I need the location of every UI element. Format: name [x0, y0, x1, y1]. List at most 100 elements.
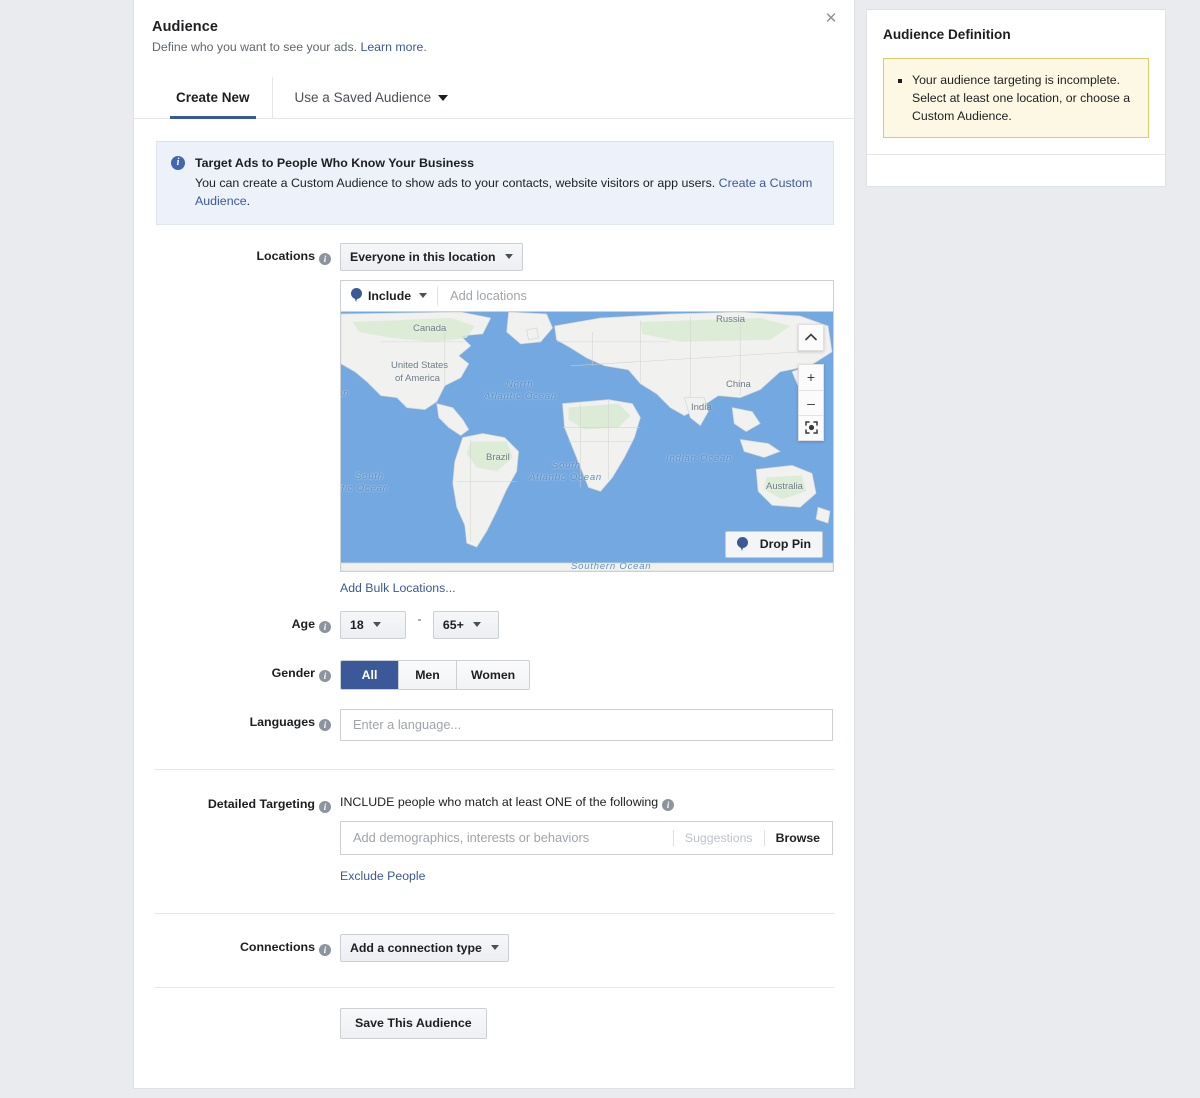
save-audience-button[interactable]: Save This Audience: [340, 1007, 487, 1039]
audience-definition-footer: [867, 154, 1165, 186]
audience-dialog: Audience Define who you want to see your…: [133, 0, 855, 1089]
gender-option-women[interactable]: Women: [457, 660, 530, 689]
locations-field: Everyone in this location Include Add lo…: [340, 242, 834, 595]
drop-pin-label: Drop Pin: [759, 537, 811, 551]
browse-button[interactable]: Browse: [763, 829, 832, 846]
gender-field: All Men Women: [340, 659, 834, 690]
detailed-targeting-headline: INCLUDE people who match at least ONE of…: [340, 791, 834, 811]
location-search-bar: Include: [340, 279, 834, 312]
tab-use-saved-audience[interactable]: Use a Saved Audience: [273, 77, 471, 118]
exclude-people-link[interactable]: Exclude People: [340, 869, 425, 883]
connections-row: Connections i Add a connection type: [154, 933, 834, 962]
connection-type-dropdown[interactable]: Add a connection type: [340, 933, 509, 962]
info-icon: i: [171, 156, 185, 170]
connections-field: Add a connection type: [340, 933, 834, 962]
chevron-down-icon: [490, 945, 499, 950]
audience-warning-list: Your audience targeting is incomplete. S…: [894, 71, 1136, 125]
gender-option-all[interactable]: All: [341, 660, 399, 689]
chevron-down-icon[interactable]: [419, 293, 428, 298]
map-pin-icon: [351, 288, 362, 303]
save-audience-row: Save This Audience: [154, 1007, 834, 1039]
dialog-header: Audience Define who you want to see your…: [134, 0, 854, 55]
add-bulk-locations-row: Add Bulk Locations...: [340, 581, 834, 595]
dialog-subtitle-period: .: [423, 40, 427, 54]
drop-pin-button[interactable]: Drop Pin: [724, 530, 823, 558]
detailed-targeting-info-icon[interactable]: i: [319, 800, 331, 813]
close-icon[interactable]: ✕: [821, 9, 841, 29]
section-divider: [154, 768, 834, 770]
detailed-targeting-label-text: Detailed Targeting: [207, 796, 315, 811]
map-collapse-control: [798, 323, 824, 351]
list-item: Your audience targeting is incomplete. S…: [912, 71, 1136, 125]
chevron-down-icon: [472, 622, 481, 627]
gender-option-men[interactable]: Men: [399, 660, 457, 689]
zoom-in-button[interactable]: +: [799, 364, 823, 390]
location-map[interactable]: Canada Russia United States of America C…: [340, 311, 834, 572]
include-toggle-label[interactable]: Include: [368, 289, 411, 303]
languages-info-icon[interactable]: i: [319, 718, 331, 731]
banner-title: Target Ads to People Who Know Your Busin…: [195, 156, 475, 170]
crosshair-icon[interactable]: [799, 414, 823, 440]
detailed-targeting-field: INCLUDE people who match at least ONE of…: [340, 791, 834, 883]
dialog-subtitle: Define who you want to see your ads. Lea…: [152, 39, 834, 55]
chevron-up-icon[interactable]: [799, 324, 823, 350]
age-min-value: 18: [350, 617, 364, 632]
banner-text-after: .: [246, 194, 251, 208]
languages-row: Languages i: [154, 708, 834, 741]
gender-info-icon[interactable]: i: [319, 669, 331, 682]
age-info-icon[interactable]: i: [319, 620, 331, 633]
map-zoom-controls: + –: [798, 363, 824, 441]
screen-root: Audience Define who you want to see your…: [0, 0, 1200, 1098]
age-separator: -: [417, 611, 422, 626]
detailed-targeting-label: Detailed Targeting i: [154, 791, 340, 813]
location-scope-value: Everyone in this location: [350, 249, 496, 264]
age-label: Age i: [154, 611, 340, 633]
languages-input-wrap: [340, 708, 833, 741]
tab-create-new[interactable]: Create New: [154, 77, 273, 119]
audience-warning-box: Your audience targeting is incomplete. S…: [883, 58, 1149, 138]
locations-label-text: Locations: [256, 248, 315, 263]
languages-label: Languages i: [154, 709, 340, 731]
connections-label: Connections i: [154, 934, 340, 956]
section-divider: [154, 986, 834, 988]
banner-body: Target Ads to People Who Know Your Busin…: [195, 154, 819, 211]
audience-definition-panel: Audience Definition Your audience target…: [866, 9, 1166, 187]
languages-input[interactable]: [351, 716, 822, 733]
tab-create-new-label: Create New: [176, 90, 250, 105]
learn-more-link[interactable]: Learn more: [361, 40, 424, 54]
map-pin-icon: [736, 536, 748, 552]
languages-label-text: Languages: [249, 714, 315, 729]
location-scope-dropdown[interactable]: Everyone in this location: [340, 242, 523, 271]
gender-label-text: Gender: [271, 665, 315, 680]
chevron-down-icon: [504, 254, 513, 259]
connection-type-value: Add a connection type: [350, 940, 482, 955]
divider: [437, 286, 439, 305]
audience-definition-body: Your audience targeting is incomplete. S…: [867, 58, 1165, 154]
chevron-down-icon: [372, 622, 381, 627]
gender-segmented-control: All Men Women: [340, 659, 531, 690]
audience-definition-header: Audience Definition: [867, 10, 1165, 58]
connections-info-icon[interactable]: i: [319, 943, 331, 956]
detailed-targeting-row: Detailed Targeting i INCLUDE people who m…: [154, 791, 834, 883]
age-label-text: Age: [291, 616, 315, 631]
age-row: Age i 18 - 65+: [154, 610, 834, 639]
exclude-people-row: Exclude People: [340, 869, 834, 883]
page-title: Audience: [152, 19, 219, 35]
locations-info-icon[interactable]: i: [319, 252, 331, 265]
location-search-input[interactable]: [448, 287, 823, 304]
zoom-out-button[interactable]: –: [799, 389, 823, 415]
age-min-dropdown[interactable]: 18: [340, 610, 406, 639]
save-field: Save This Audience: [340, 1007, 834, 1039]
audience-definition-title: Audience Definition: [883, 27, 1011, 42]
detailed-targeting-input[interactable]: [351, 829, 673, 846]
locations-label: Locations i: [154, 243, 340, 265]
age-field: 18 - 65+: [340, 610, 834, 639]
add-bulk-locations-link[interactable]: Add Bulk Locations...: [340, 581, 456, 595]
gender-label: Gender i: [154, 660, 340, 682]
suggestions-button[interactable]: Suggestions: [672, 829, 764, 846]
connections-label-text: Connections: [239, 939, 315, 954]
chevron-down-icon: [438, 94, 449, 101]
age-max-dropdown[interactable]: 65+: [432, 610, 499, 639]
tab-bar: Create New Use a Saved Audience: [134, 77, 854, 119]
detailed-targeting-headline-info-icon[interactable]: i: [662, 798, 675, 811]
